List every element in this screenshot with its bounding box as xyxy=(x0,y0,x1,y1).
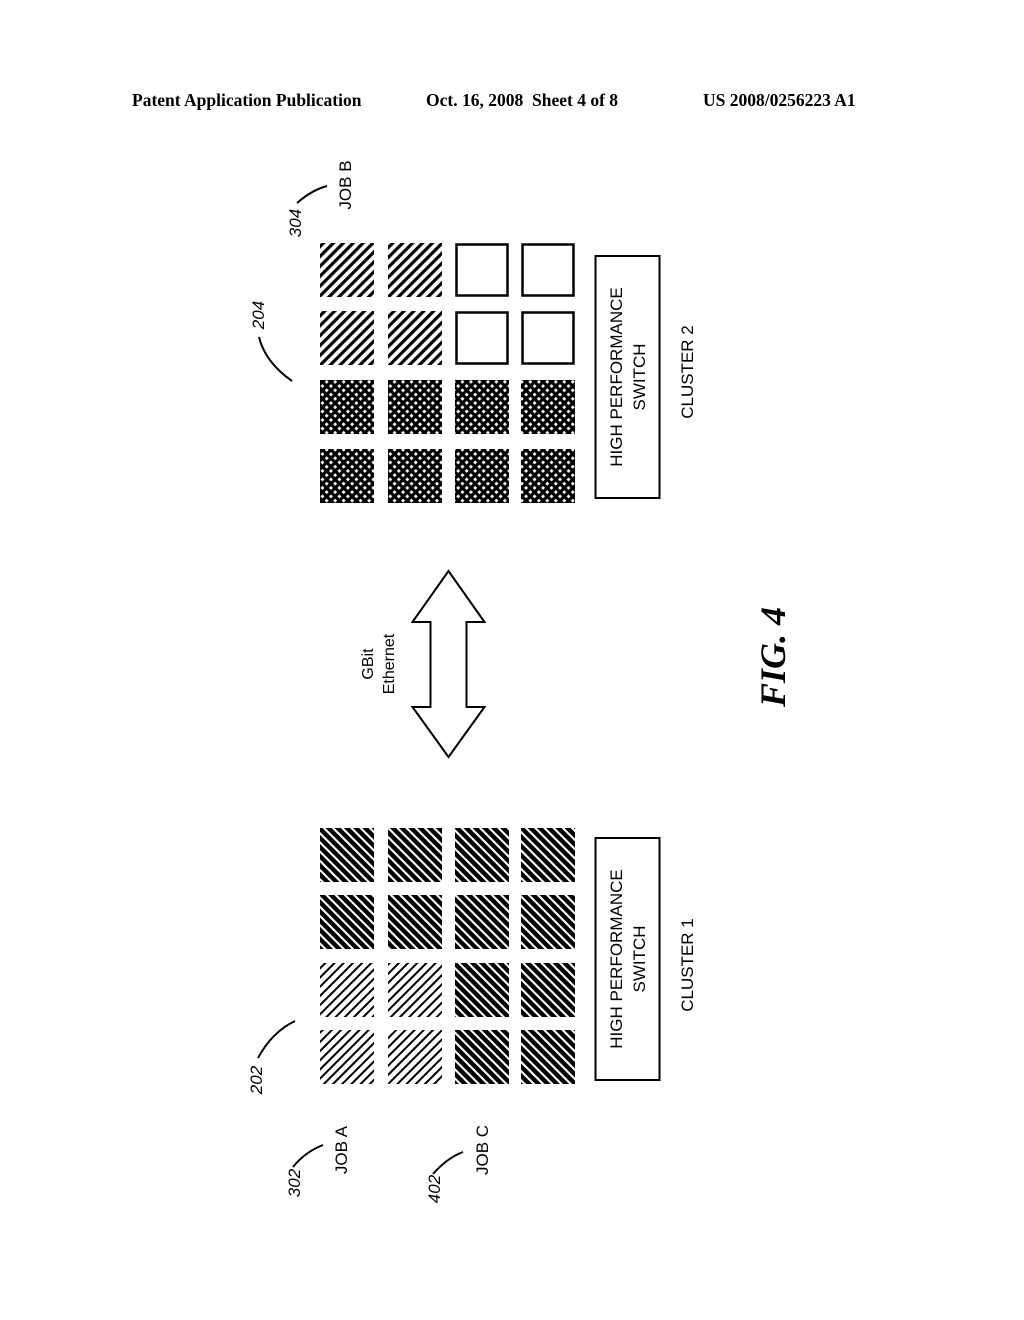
cluster-1-switch-label-line1: HIGH PERFORMANCE xyxy=(607,869,626,1048)
cluster-2-node-grid xyxy=(320,243,575,503)
cluster-1-node-job-a xyxy=(320,1030,374,1084)
cluster-2-node-idle xyxy=(455,311,509,365)
cluster-1-node-dark xyxy=(521,895,575,949)
leader-line-202 xyxy=(257,1020,296,1059)
cluster-2-node-job-b xyxy=(320,311,374,365)
cluster-2-node-cross xyxy=(320,449,374,503)
cluster-2-node-idle xyxy=(521,311,575,365)
cluster-2-node-cross xyxy=(388,380,442,434)
cluster-2-switch-label-line1: HIGH PERFORMANCE xyxy=(607,287,626,466)
link-label-line1: GBit xyxy=(360,648,377,680)
job-b-label: JOB B xyxy=(336,160,355,209)
ref-304: 304 xyxy=(286,209,305,237)
ref-204: 204 xyxy=(249,301,268,330)
job-a-label: JOB A xyxy=(332,1125,351,1174)
cluster-1-node-dark xyxy=(320,828,374,882)
cluster-2-node-cross xyxy=(388,449,442,503)
figure-label: FIG. 4 xyxy=(753,607,793,708)
cluster-1-node-job-a xyxy=(388,963,442,1017)
cluster-2-node-idle xyxy=(521,243,575,297)
cluster-1-node-dark xyxy=(455,1030,509,1084)
leader-line-204 xyxy=(258,336,293,382)
cluster-2-node-cross xyxy=(455,449,509,503)
cluster-1-node-dark xyxy=(521,828,575,882)
cluster-2-node-cross xyxy=(521,449,575,503)
cluster-1-node-dark xyxy=(521,1030,575,1084)
leader-line-302 xyxy=(292,1144,324,1168)
cluster-1-node-dark xyxy=(320,895,374,949)
cluster-2-node-job-b xyxy=(388,243,442,297)
double-arrow-icon xyxy=(410,569,487,759)
cluster-2-switch-label-line2: SWITCH xyxy=(630,343,649,410)
cluster-1-node-dark xyxy=(455,963,509,1017)
cluster-1-node-dark xyxy=(388,828,442,882)
cluster-2-node-job-b xyxy=(388,311,442,365)
cluster-2-switch-box xyxy=(594,255,661,499)
cluster-1-node-dark xyxy=(521,963,575,1017)
cluster-1-switch-box xyxy=(594,837,661,1081)
cluster-1-node-job-a xyxy=(388,1030,442,1084)
cluster-1-node-dark xyxy=(388,895,442,949)
cluster-1-node-dark xyxy=(455,828,509,882)
job-c-label: JOB C xyxy=(473,1125,492,1175)
leader-line-304 xyxy=(296,185,328,204)
cluster-2-node-cross xyxy=(320,380,374,434)
ref-202: 202 xyxy=(247,1065,266,1095)
ref-302: 302 xyxy=(285,1168,304,1197)
cluster-1-node-dark xyxy=(455,895,509,949)
cluster-1-node-job-a xyxy=(320,963,374,1017)
cluster-2-node-cross xyxy=(455,380,509,434)
leader-line-402 xyxy=(432,1151,464,1175)
cluster-1-label: CLUSTER 1 xyxy=(678,918,697,1012)
cluster-2-node-cross xyxy=(521,380,575,434)
cluster-2-node-idle xyxy=(455,243,509,297)
cluster-2-node-job-b xyxy=(320,243,374,297)
ref-402: 402 xyxy=(425,1174,444,1203)
cluster-1-node-grid xyxy=(320,828,575,1084)
link-label-line2: Ethernet xyxy=(381,633,398,694)
figure-4-diagram: HIGH PERFORMANCE SWITCH CLUSTER 2 HIGH P… xyxy=(247,160,793,1203)
cluster-2-label: CLUSTER 2 xyxy=(678,325,697,419)
cluster-1-switch-label-line2: SWITCH xyxy=(630,925,649,992)
